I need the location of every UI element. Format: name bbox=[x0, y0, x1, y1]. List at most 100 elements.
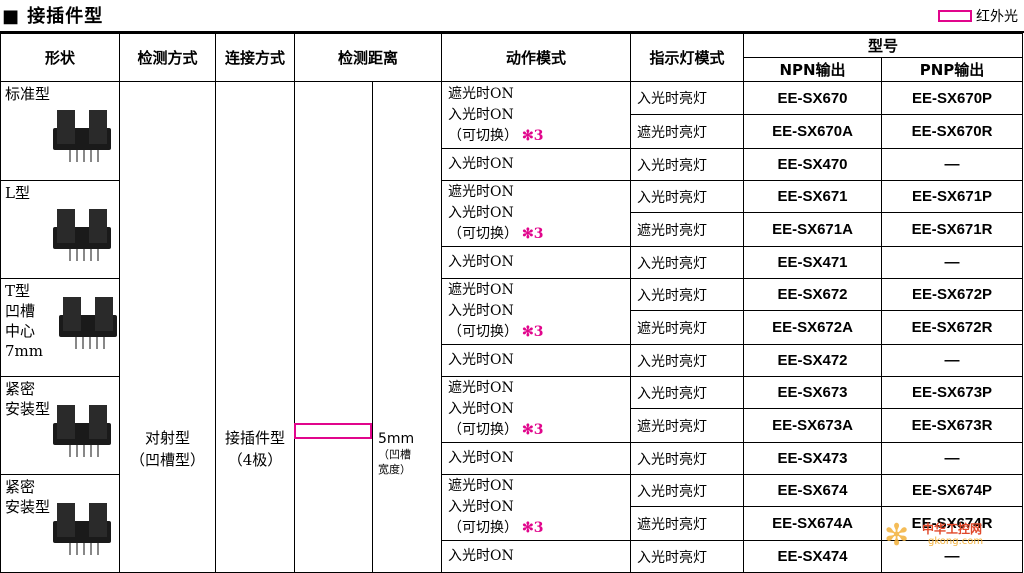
action-mode-text: （可切换） bbox=[448, 520, 519, 536]
connect-method-line: 接插件型 bbox=[224, 429, 285, 447]
shape-label-line: 标准型 bbox=[5, 85, 51, 103]
sensor-armL bbox=[57, 405, 75, 439]
indicator-mode-cell: 遮光时亮灯 bbox=[630, 114, 745, 149]
sensor-armL bbox=[57, 503, 75, 537]
npn-model-cell: EE-SX670A bbox=[743, 114, 883, 149]
sensor-armR bbox=[89, 405, 107, 439]
indicator-mode-cell: 遮光时亮灯 bbox=[630, 408, 745, 443]
shape-cell: 标准型 bbox=[0, 81, 120, 181]
sensor-armR bbox=[95, 297, 113, 331]
npn-model-cell: EE-SX671 bbox=[743, 180, 883, 213]
sensor-pins bbox=[69, 445, 99, 457]
indicator-mode-cell: 入光时亮灯 bbox=[630, 344, 745, 377]
indicator-mode-cell: 入光时亮灯 bbox=[630, 442, 745, 475]
footnote-star: ✻3 bbox=[522, 422, 544, 438]
action-mode-text: （可切换） bbox=[448, 226, 519, 242]
header-connect-method: 连接方式 bbox=[215, 33, 295, 82]
action-mode-text: （可切换） bbox=[448, 422, 519, 438]
table-row: 标准型 对射型 （凹槽型） 接插件型 （4极） 遮光时ON 入光时ON （可切换） ✻3 入光时亮… bbox=[0, 81, 1024, 573]
header-model: 型号 bbox=[743, 33, 1024, 58]
sensor-armR bbox=[89, 110, 107, 144]
shape-label-line: L型 bbox=[5, 184, 30, 202]
distance-note-line: （凹槽 bbox=[378, 448, 411, 461]
footnote-star: ✻3 bbox=[522, 324, 544, 340]
action-mode-line: 遮光时ON bbox=[448, 84, 630, 105]
pnp-model-cell: EE-SX673R bbox=[881, 408, 1024, 443]
action-mode-text: 遮光时ON bbox=[448, 478, 514, 494]
shape-label-line: 紧密 bbox=[5, 380, 36, 398]
pnp-model-cell: EE-SX670P bbox=[881, 81, 1024, 115]
action-mode-text: 入光时ON bbox=[448, 401, 514, 417]
header-shape: 形状 bbox=[0, 33, 120, 82]
npn-model-cell: EE-SX672 bbox=[743, 278, 883, 311]
footnote-star: ✻3 bbox=[522, 127, 544, 144]
watermark-sub: gkong.com bbox=[928, 536, 984, 547]
action-mode-line: 入光时ON bbox=[448, 105, 630, 126]
npn-model-cell: EE-SX672A bbox=[743, 310, 883, 345]
action-mode-text: 遮光时ON bbox=[448, 282, 514, 298]
indicator-mode-cell: 入光时亮灯 bbox=[630, 474, 745, 507]
distance-value: 5mm bbox=[378, 431, 415, 447]
action-mode-text: 入光时ON bbox=[448, 499, 514, 515]
detect-method-line: 对射型 bbox=[144, 429, 190, 447]
legend: 红外光 bbox=[938, 6, 1018, 26]
header-distance: 检测距离 bbox=[293, 33, 443, 82]
sensor-pins bbox=[69, 150, 99, 162]
sensor-armL bbox=[57, 209, 75, 243]
footnote-star: ✻3 bbox=[522, 226, 544, 242]
action-mode-line: （可切换） ✻3 bbox=[448, 126, 630, 147]
pnp-model-cell: — bbox=[881, 246, 1024, 279]
footnote-star: ✻3 bbox=[522, 520, 544, 536]
header-npn: NPN输出 bbox=[743, 57, 883, 82]
action-mode-line: （可切换） ✻3 bbox=[448, 420, 630, 441]
action-mode-cell: 入光时ON bbox=[441, 148, 632, 181]
action-mode-line: 入光时ON bbox=[448, 203, 630, 224]
pnp-model-cell: — bbox=[881, 344, 1024, 377]
shape-cell: L型 bbox=[0, 180, 120, 279]
pnp-model-cell: — bbox=[881, 148, 1024, 181]
action-mode-line: （可切换） ✻3 bbox=[448, 322, 630, 343]
sensor-image bbox=[51, 106, 113, 164]
action-mode-cell: 入光时ON bbox=[441, 540, 632, 573]
npn-model-cell: EE-SX472 bbox=[743, 344, 883, 377]
sensor-image bbox=[57, 293, 119, 351]
sensor-pins bbox=[69, 249, 99, 261]
npn-model-cell: EE-SX674 bbox=[743, 474, 883, 507]
indicator-mode-cell: 入光时亮灯 bbox=[630, 180, 745, 213]
detect-method-line: （凹槽型） bbox=[129, 451, 205, 469]
action-mode-text: 遮光时ON bbox=[448, 85, 514, 102]
pnp-model-cell: EE-SX670R bbox=[881, 114, 1024, 149]
section-title: ■ 接插件型 bbox=[2, 6, 104, 27]
action-mode-line: 入光时ON bbox=[448, 301, 630, 322]
action-mode-line: 遮光时ON bbox=[448, 280, 630, 301]
sensor-image bbox=[51, 401, 113, 459]
infrared-indicator-box bbox=[294, 423, 372, 439]
npn-model-cell: EE-SX473 bbox=[743, 442, 883, 475]
indicator-mode-cell: 遮光时亮灯 bbox=[630, 212, 745, 247]
action-mode-line: 遮光时ON bbox=[448, 182, 630, 203]
legend-label: 红外光 bbox=[976, 9, 1018, 25]
action-mode-text: 遮光时ON bbox=[448, 380, 514, 396]
indicator-mode-cell: 入光时亮灯 bbox=[630, 246, 745, 279]
pnp-model-cell: EE-SX672P bbox=[881, 278, 1024, 311]
header-detect-method: 检测方式 bbox=[119, 33, 216, 82]
sensor-armL bbox=[63, 297, 81, 331]
shape-cell: 紧密 安装型 bbox=[0, 474, 120, 573]
npn-model-cell: EE-SX474 bbox=[743, 540, 883, 573]
sensor-armR bbox=[89, 503, 107, 537]
indicator-mode-cell: 遮光时亮灯 bbox=[630, 506, 745, 541]
indicator-mode-cell: 入光时亮灯 bbox=[630, 540, 745, 573]
action-mode-text: 入光时ON bbox=[448, 106, 514, 123]
pnp-model-cell: EE-SX672R bbox=[881, 310, 1024, 345]
action-mode-switch-cell: 遮光时ON 入光时ON （可切换） ✻3 bbox=[441, 278, 632, 345]
infrared-swatch-icon bbox=[938, 10, 972, 22]
pnp-model-cell: EE-SX671P bbox=[881, 180, 1024, 213]
indicator-mode-cell: 入光时亮灯 bbox=[630, 376, 745, 409]
action-mode-switch-cell: 遮光时ON 入光时ON （可切换） ✻3 bbox=[441, 376, 632, 443]
watermark-text: 中华工控网 bbox=[922, 522, 983, 536]
shape-cell: T型 凹槽 中心 7mm bbox=[0, 278, 120, 377]
indicator-mode-cell: 入光时亮灯 bbox=[630, 148, 745, 181]
section-header: ■ 接插件型 红外光 bbox=[0, 0, 1024, 30]
action-mode-line: 入光时ON bbox=[448, 399, 630, 420]
shape-cell: 紧密 安装型 bbox=[0, 376, 120, 475]
